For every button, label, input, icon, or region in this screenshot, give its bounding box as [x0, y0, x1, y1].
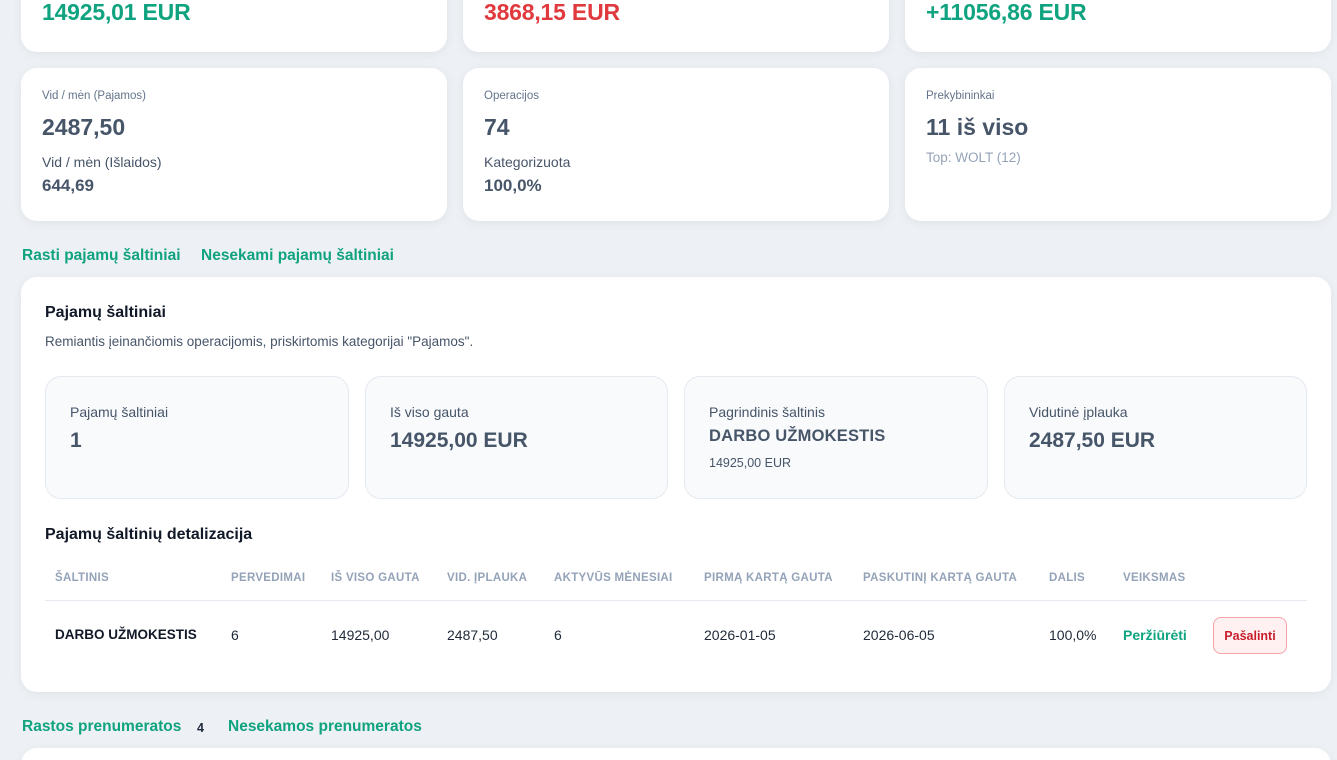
- row-share: 100,0%: [1049, 627, 1097, 643]
- column-source: ŠALTINIS: [55, 572, 109, 584]
- tab-found-income-sources[interactable]: Rasti pajamų šaltiniai: [22, 247, 181, 265]
- column-last-received: PASKUTINĮ KARTĄ GAUTA: [863, 572, 1018, 584]
- avg-expenses-value: 644,69: [42, 176, 94, 195]
- row-last-received: 2026-06-05: [863, 627, 935, 643]
- subscriptions-count-badge: 4: [197, 721, 204, 735]
- row-average: 2487,50: [447, 627, 498, 643]
- avg-income-value: 2487,50: [42, 114, 126, 140]
- total-received-value: 14925,00 EUR: [390, 429, 528, 452]
- avg-monthly-card: Vid / mėn (Pajamos) 2487,50 Vid / mėn (I…: [21, 68, 447, 221]
- total-received-card: Iš viso gauta 14925,00 EUR: [365, 376, 668, 499]
- row-total: 14925,00: [331, 627, 390, 643]
- column-share: DALIS: [1049, 572, 1085, 584]
- merchants-value: 11 iš viso: [926, 114, 1029, 140]
- column-average: VID. ĮPLAUKA: [447, 572, 528, 584]
- column-transfers: PERVEDIMAI: [231, 572, 306, 584]
- top-merchant-hint: Top: WOLT (12): [926, 150, 1021, 165]
- panel-title: Pajamų šaltiniai: [45, 304, 166, 321]
- row-first-received: 2026-01-05: [704, 627, 776, 643]
- sources-count-card: Pajamų šaltiniai 1: [45, 376, 349, 499]
- tab-untracked-income-sources[interactable]: Nesekami pajamų šaltiniai: [201, 247, 394, 265]
- main-source-value: DARBO UŽMOKESTIS: [709, 427, 886, 445]
- table-divider: [45, 600, 1307, 601]
- operations-label: Operacijos: [484, 90, 539, 102]
- income-total-value: 14925,01 EUR: [42, 0, 191, 25]
- view-link[interactable]: Peržiūrėti: [1123, 627, 1187, 643]
- operations-value: 74: [484, 114, 510, 140]
- avg-income-label: Vid / mėn (Pajamos): [42, 90, 146, 102]
- categorized-value: 100,0%: [484, 176, 542, 195]
- merchants-label: Prekybininkai: [926, 90, 995, 102]
- column-total: IŠ VISO GAUTA: [331, 572, 420, 584]
- column-first-received: PIRMĄ KARTĄ GAUTA: [704, 572, 833, 584]
- sources-count-label: Pajamų šaltiniai: [70, 404, 169, 420]
- avg-expenses-label: Vid / mėn (Išlaidos): [42, 154, 162, 170]
- main-source-label: Pagrindinis šaltinis: [709, 404, 825, 420]
- subscriptions-panel: [21, 748, 1331, 760]
- tab-found-subscriptions[interactable]: Rastos prenumeratos: [22, 718, 181, 736]
- average-income-card: Vidutinė įplauka 2487,50 EUR: [1004, 376, 1307, 499]
- sources-count-value: 1: [70, 429, 82, 452]
- merchants-card: Prekybininkai 11 iš viso Top: WOLT (12): [905, 68, 1331, 221]
- main-source-card: Pagrindinis šaltinis DARBO UŽMOKESTIS 14…: [684, 376, 988, 499]
- row-source: DARBO UŽMOKESTIS: [55, 627, 197, 642]
- row-transfers: 6: [231, 627, 239, 643]
- average-income-value: 2487,50 EUR: [1029, 429, 1156, 452]
- average-income-label: Vidutinė įplauka: [1029, 404, 1128, 420]
- expenses-summary-card: 3868,15 EUR: [463, 0, 889, 52]
- total-received-label: Iš viso gauta: [390, 404, 469, 420]
- income-summary-card: 14925,01 EUR: [21, 0, 447, 52]
- operations-card: Operacijos 74 Kategorizuota 100,0%: [463, 68, 889, 221]
- row-active-months: 6: [554, 627, 562, 643]
- column-active-months: AKTYVŪS MĖNESIAI: [554, 572, 673, 584]
- expenses-total-value: 3868,15 EUR: [484, 0, 620, 25]
- tab-untracked-subscriptions[interactable]: Nesekamos prenumeratos: [228, 718, 422, 736]
- categorized-label: Kategorizuota: [484, 154, 571, 170]
- detail-title: Pajamų šaltinių detalizacija: [45, 526, 253, 543]
- column-action: VEIKSMAS: [1123, 572, 1186, 584]
- net-total-value: +11056,86 EUR: [926, 0, 1087, 25]
- panel-description: Remiantis įeinančiomis operacijomis, pri…: [45, 334, 474, 349]
- net-summary-card: +11056,86 EUR: [905, 0, 1331, 52]
- remove-button[interactable]: Pašalinti: [1213, 617, 1287, 654]
- main-source-amount: 14925,00 EUR: [709, 456, 792, 470]
- income-sources-panel: Pajamų šaltiniai Remiantis įeinančiomis …: [21, 277, 1331, 692]
